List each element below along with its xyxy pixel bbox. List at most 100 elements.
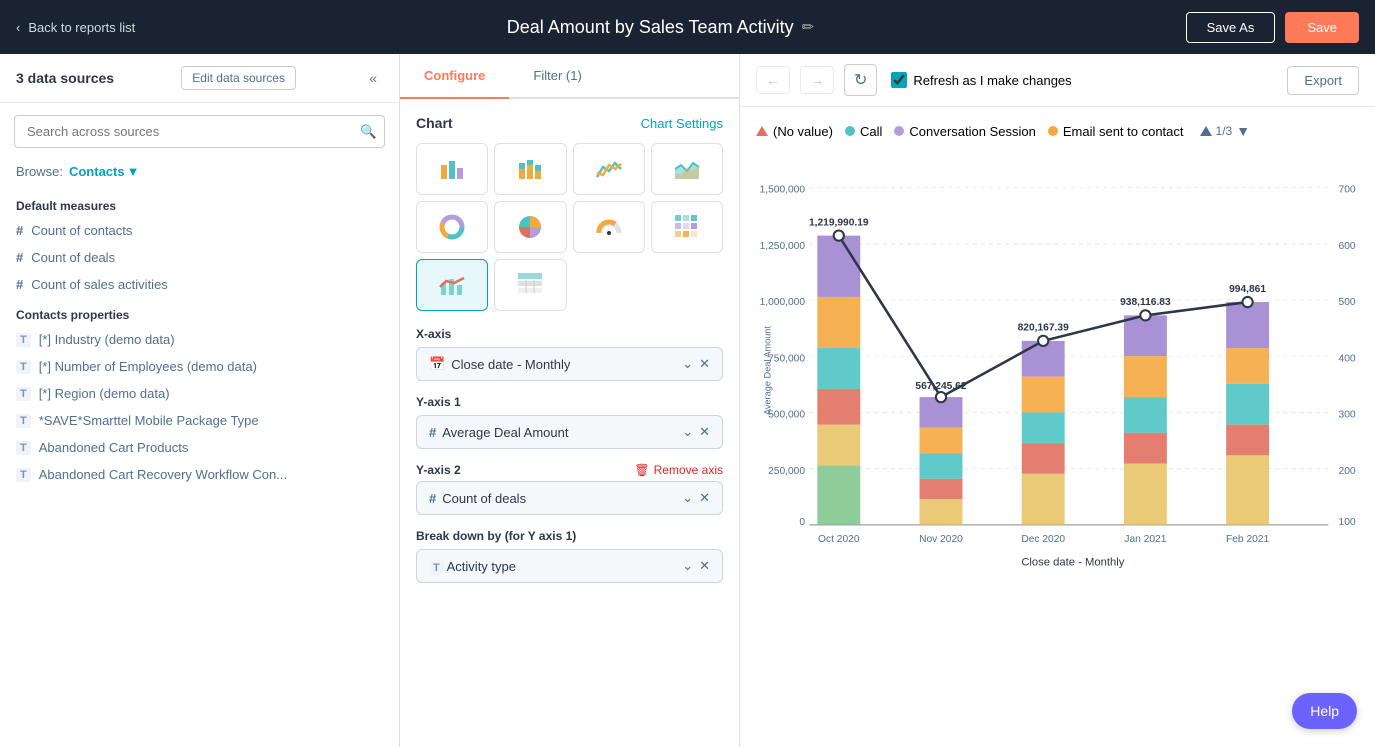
hash-icon: # [16, 277, 23, 292]
calendar-icon: 📅 [429, 356, 445, 372]
svg-text:400: 400 [1339, 353, 1356, 364]
back-button[interactable]: ‹ Back to reports list [16, 20, 135, 35]
clear-yaxis1-icon[interactable]: ✕ [699, 424, 710, 440]
edit-title-icon[interactable]: ✏ [802, 18, 815, 36]
yaxis1-actions: ⌄ ✕ [682, 424, 710, 440]
refresh-button[interactable]: ↻ [844, 64, 877, 96]
svg-text:820,167.39: 820,167.39 [1018, 323, 1069, 334]
export-button[interactable]: Export [1287, 66, 1359, 95]
yaxis1-value: Average Deal Amount [442, 425, 568, 440]
prop-type-T: T [16, 360, 31, 374]
search-button[interactable]: 🔍 [360, 124, 377, 140]
edit-data-sources-button[interactable]: Edit data sources [181, 66, 296, 90]
prop-label: [*] Number of Employees (demo data) [39, 359, 257, 374]
back-arrow-icon: ‹ [16, 20, 20, 35]
clear-xaxis-icon[interactable]: ✕ [699, 356, 710, 372]
prop-mobile-package[interactable]: T *SAVE*Smarttel Mobile Package Type [0, 407, 399, 434]
yaxis2-label: Y-axis 2 [416, 463, 461, 477]
legend-triangle-icon [756, 126, 768, 136]
save-as-button[interactable]: Save As [1186, 12, 1276, 43]
pagination-chevron-icon: ▼ [1236, 123, 1250, 139]
prop-abandoned-cart-recovery[interactable]: T Abandoned Cart Recovery Workflow Con..… [0, 461, 399, 488]
svg-text:Nov 2020: Nov 2020 [919, 534, 963, 545]
trash-icon: 🗑 [634, 463, 649, 477]
measure-count-deals[interactable]: # Count of deals [0, 244, 399, 271]
main-layout: 3 data sources Edit data sources « 🔍 Bro… [0, 54, 1375, 747]
breakdown-select[interactable]: T Activity type ⌄ ✕ [416, 549, 723, 583]
svg-text:1,500,000: 1,500,000 [760, 185, 806, 196]
browse-chevron-icon: ▼ [127, 164, 140, 179]
report-title: Deal Amount by Sales Team Activity [507, 17, 794, 38]
prop-region[interactable]: T [*] Region (demo data) [0, 380, 399, 407]
prop-industry[interactable]: T [*] Industry (demo data) [0, 326, 399, 353]
chart-type-table[interactable] [494, 259, 566, 311]
tab-configure[interactable]: Configure [400, 54, 509, 99]
prop-label: *SAVE*Smarttel Mobile Package Type [39, 413, 259, 428]
chart-type-stacked-bar[interactable] [494, 143, 566, 195]
search-box: 🔍 [14, 115, 385, 148]
tabs-row: Configure Filter (1) [400, 54, 739, 99]
legend-call-dot [845, 126, 855, 136]
svg-text:Average Deal Amount: Average Deal Amount [762, 325, 772, 415]
chart-type-line[interactable] [573, 143, 645, 195]
measure-count-contacts[interactable]: # Count of contacts [0, 217, 399, 244]
chart-type-bar[interactable] [416, 143, 488, 195]
breakdown-type-T: T [429, 561, 444, 575]
chart-type-donut[interactable] [416, 201, 488, 253]
xaxis-select[interactable]: 📅 Close date - Monthly ⌄ ✕ [416, 347, 723, 381]
search-input[interactable] [14, 115, 385, 148]
svg-text:Feb 2021: Feb 2021 [1226, 534, 1269, 545]
tab-filter[interactable]: Filter (1) [509, 54, 605, 99]
prop-label: [*] Industry (demo data) [39, 332, 175, 347]
svg-text:500,000: 500,000 [768, 410, 805, 421]
topbar: ‹ Back to reports list Deal Amount by Sa… [0, 0, 1375, 54]
prop-abandoned-cart[interactable]: T Abandoned Cart Products [0, 434, 399, 461]
yaxis2-select[interactable]: # Count of deals ⌄ ✕ [416, 481, 723, 515]
chart-type-area[interactable] [651, 143, 723, 195]
collapse-panel-button[interactable]: « [363, 68, 383, 88]
chart-type-combo[interactable] [416, 259, 488, 311]
legend-no-value: (No value) [756, 124, 833, 139]
remove-axis-button[interactable]: 🗑 Remove axis [634, 463, 723, 477]
topbar-actions: Save As Save [1186, 12, 1359, 43]
measure-label: Count of sales activities [31, 277, 168, 292]
contacts-props-title: Contacts properties [0, 298, 399, 326]
xaxis-label: X-axis [416, 327, 723, 341]
chart-types-grid [416, 143, 723, 311]
prop-num-employees[interactable]: T [*] Number of Employees (demo data) [0, 353, 399, 380]
browse-label: Browse: [16, 164, 63, 179]
chart-type-pie[interactable] [494, 201, 566, 253]
svg-text:600: 600 [1339, 241, 1356, 252]
browse-contacts-dropdown[interactable]: Contacts ▼ [69, 164, 140, 179]
help-button[interactable]: Help [1292, 693, 1357, 729]
redo-button[interactable]: → [800, 66, 834, 94]
left-header: 3 data sources Edit data sources « [0, 54, 399, 103]
undo-button[interactable]: ← [756, 66, 790, 94]
yaxis1-select[interactable]: # Average Deal Amount ⌄ ✕ [416, 415, 723, 449]
svg-text:1,000,000: 1,000,000 [760, 297, 806, 308]
svg-text:100: 100 [1339, 517, 1356, 528]
clear-yaxis2-icon[interactable]: ✕ [699, 490, 710, 506]
refresh-checkbox[interactable] [891, 72, 907, 88]
save-button[interactable]: Save [1285, 12, 1359, 43]
chart-type-grid[interactable] [651, 201, 723, 253]
legend-conversation-label: Conversation Session [909, 124, 1035, 139]
data-sources-count: 3 data sources [16, 70, 114, 86]
legend-conversation: Conversation Session [894, 124, 1035, 139]
svg-text:Jan 2021: Jan 2021 [1124, 534, 1166, 545]
measure-label: Count of contacts [31, 223, 132, 238]
svg-text:567,245.62: 567,245.62 [915, 381, 966, 392]
chart-type-gauge[interactable] [573, 201, 645, 253]
left-scroll: Default measures # Count of contacts # C… [0, 189, 399, 747]
yaxis2-value: Count of deals [442, 491, 526, 506]
yaxis2-inner: # Count of deals [429, 491, 526, 506]
svg-text:700: 700 [1339, 185, 1356, 196]
chevron-down-icon: ⌄ [682, 490, 693, 506]
measure-count-sales-activities[interactable]: # Count of sales activities [0, 271, 399, 298]
clear-breakdown-icon[interactable]: ✕ [699, 558, 710, 574]
chevron-down-icon: ⌄ [682, 356, 693, 372]
browse-value-text: Contacts [69, 164, 125, 179]
chart-settings-link[interactable]: Chart Settings [641, 116, 723, 131]
svg-text:500: 500 [1339, 297, 1356, 308]
yaxis1-inner: # Average Deal Amount [429, 425, 568, 440]
